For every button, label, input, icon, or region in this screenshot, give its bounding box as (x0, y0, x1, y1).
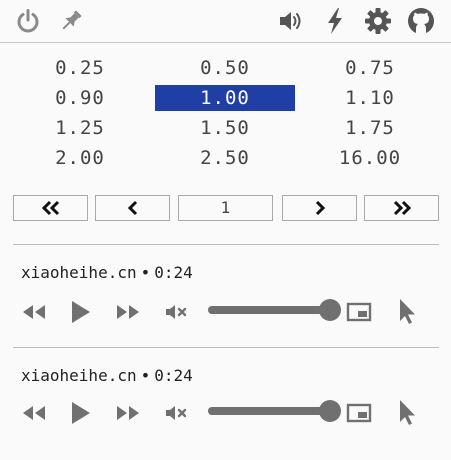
mute-icon (166, 305, 187, 319)
player-site: xiaoheihe.cn (21, 263, 137, 282)
double-chevron-right-icon (393, 200, 411, 216)
rewind-button[interactable] (19, 400, 49, 426)
speed-option[interactable]: 0.50 (155, 55, 295, 81)
rewind-icon (23, 406, 45, 420)
player-site: xiaoheihe.cn (21, 366, 137, 385)
play-button[interactable] (64, 398, 96, 428)
rewind-button[interactable] (19, 299, 49, 325)
picture-in-picture-icon (346, 403, 372, 423)
prev-page-button[interactable] (95, 195, 170, 221)
divider (13, 347, 439, 348)
volume-slider[interactable] (208, 398, 341, 424)
pin-icon[interactable] (56, 6, 86, 36)
speed-option-selected[interactable]: 1.00 (155, 85, 295, 111)
page-number-input[interactable]: 1 (178, 195, 273, 221)
mute-button[interactable] (162, 299, 192, 325)
play-button[interactable] (64, 297, 96, 327)
cursor-icon (400, 299, 415, 324)
play-icon (72, 301, 90, 323)
volume-fill (208, 407, 330, 415)
mute-icon (166, 406, 187, 420)
volume-slider[interactable] (208, 297, 341, 323)
speed-option[interactable]: 0.75 (300, 55, 440, 81)
speed-option[interactable]: 1.25 (10, 115, 150, 141)
double-chevron-left-icon (41, 200, 59, 216)
volume-fill (208, 306, 330, 314)
player-title: xiaoheihe.cn • 0:24 (21, 366, 193, 385)
volume-knob[interactable] (319, 400, 341, 422)
speed-option[interactable]: 1.50 (155, 115, 295, 141)
player-time: 0:24 (154, 366, 193, 385)
speed-option[interactable]: 0.25 (10, 55, 150, 81)
player-separator: • (140, 263, 151, 282)
power-icon[interactable] (13, 6, 43, 36)
chevron-right-icon (315, 200, 325, 216)
speed-option[interactable]: 0.90 (10, 85, 150, 111)
divider (13, 244, 439, 245)
fast-forward-button[interactable] (113, 400, 143, 426)
player-title: xiaoheihe.cn • 0:24 (21, 263, 193, 282)
speed-option[interactable]: 2.00 (10, 145, 150, 171)
speed-option[interactable]: 2.50 (155, 145, 295, 171)
fast-forward-icon (117, 305, 139, 319)
play-icon (72, 402, 90, 424)
pager: 1 (13, 195, 439, 221)
rewind-icon (23, 305, 45, 319)
last-page-button[interactable] (364, 195, 439, 221)
fast-forward-button[interactable] (113, 299, 143, 325)
volume-knob[interactable] (319, 299, 341, 321)
lightning-icon[interactable] (320, 6, 350, 36)
mute-button[interactable] (162, 400, 192, 426)
speed-option[interactable]: 1.75 (300, 115, 440, 141)
cursor-icon (400, 400, 415, 425)
picture-in-picture-button[interactable] (344, 298, 374, 326)
github-icon[interactable] (406, 6, 436, 36)
chevron-left-icon (127, 200, 137, 216)
player-separator: • (140, 366, 151, 385)
volume-icon[interactable] (276, 6, 306, 36)
cursor-button[interactable] (394, 296, 420, 326)
next-page-button[interactable] (282, 195, 357, 221)
cursor-button[interactable] (394, 397, 420, 427)
fast-forward-icon (117, 406, 139, 420)
toolbar (0, 0, 451, 42)
gear-icon[interactable] (363, 6, 393, 36)
player-time: 0:24 (154, 263, 193, 282)
speed-option[interactable]: 16.00 (300, 145, 440, 171)
picture-in-picture-button[interactable] (344, 399, 374, 427)
toolbar-divider (0, 42, 451, 43)
picture-in-picture-icon (346, 302, 372, 322)
speed-option[interactable]: 1.10 (300, 85, 440, 111)
first-page-button[interactable] (13, 195, 88, 221)
